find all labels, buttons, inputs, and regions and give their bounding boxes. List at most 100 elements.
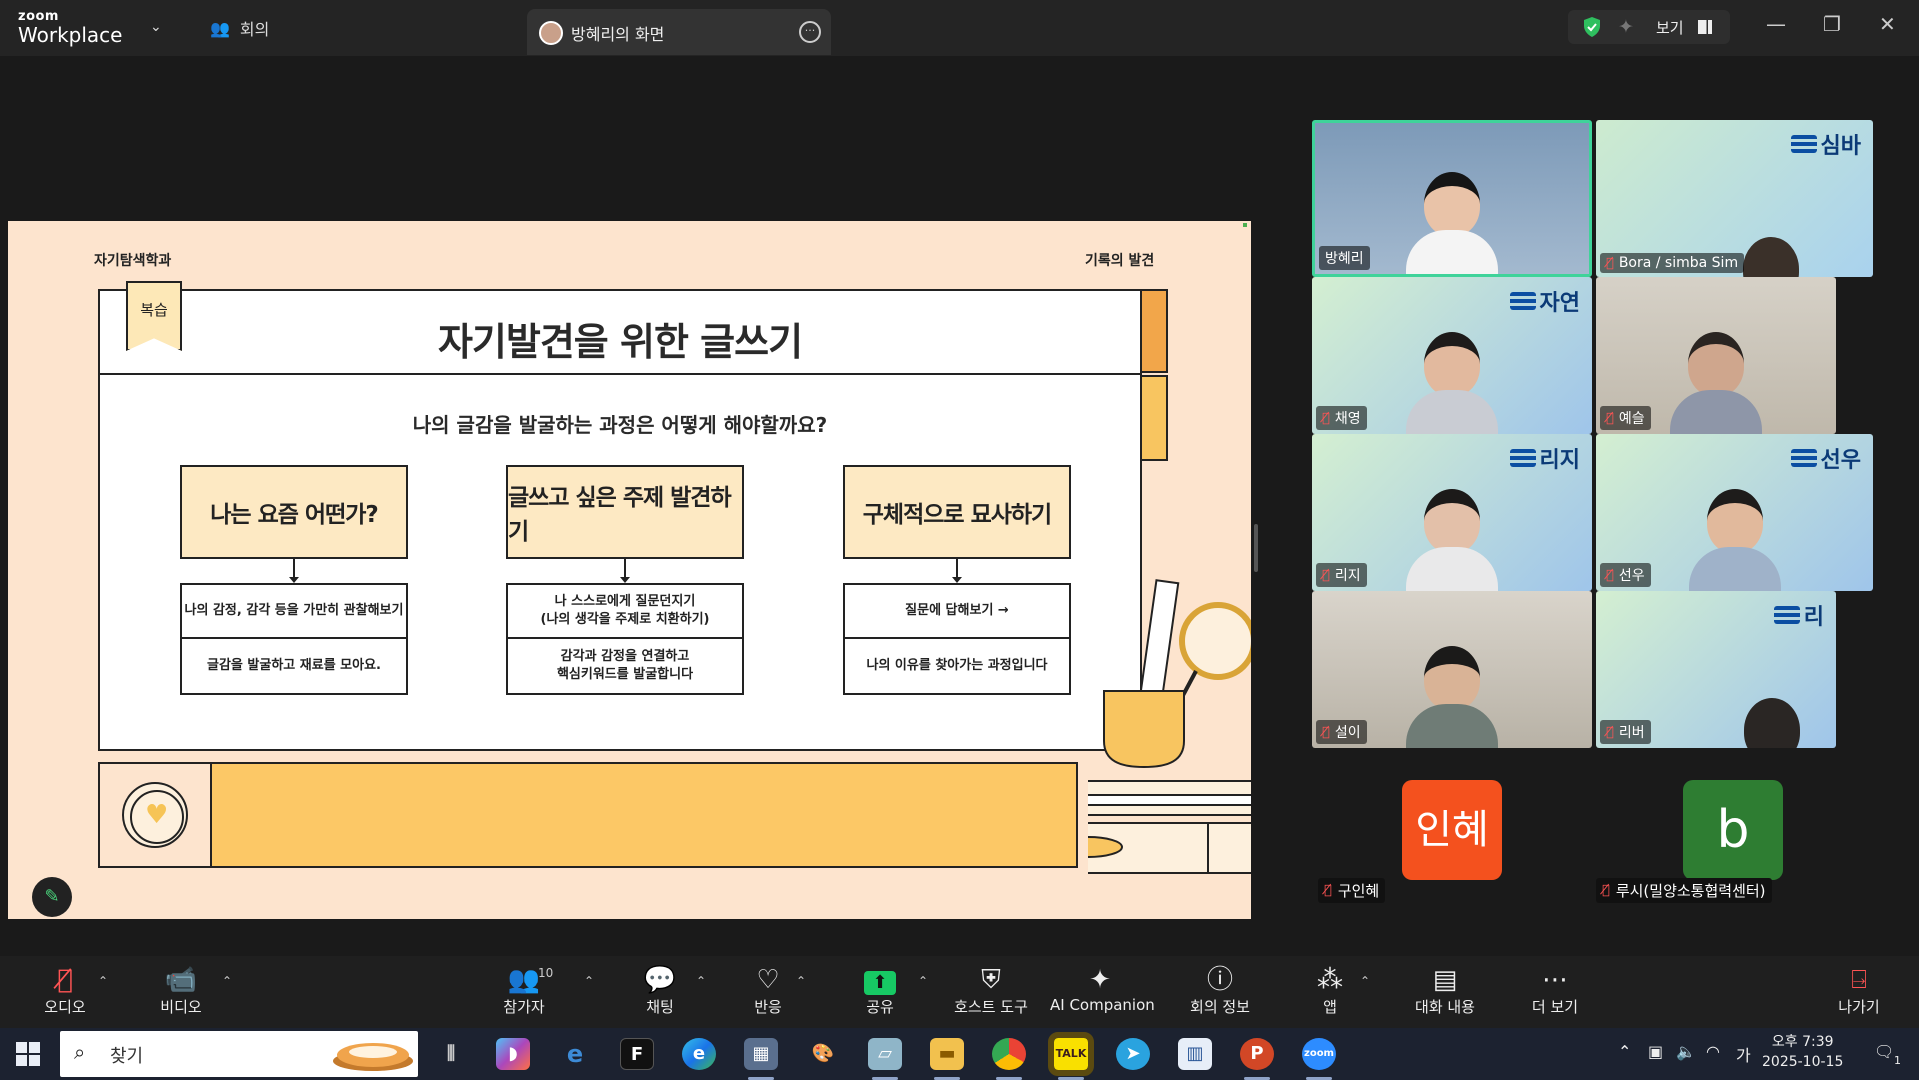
slide-department: 자기탐색학과 xyxy=(94,253,172,269)
participant-head xyxy=(1424,489,1480,553)
tab-meeting[interactable]: 👥 회의 xyxy=(210,16,269,40)
kakaotalk-icon[interactable]: TALK xyxy=(1048,1032,1094,1080)
ai-sparkle-icon[interactable]: ✦ xyxy=(1618,16,1634,38)
react-options-caret-icon[interactable]: ⌃ xyxy=(796,974,806,988)
participant-video xyxy=(1726,698,1818,748)
more-options-icon[interactable]: ··· xyxy=(799,21,821,43)
document-app-icon[interactable]: ▥ xyxy=(1178,1038,1212,1070)
more-button[interactable]: ⋯ 더 보기 xyxy=(1526,964,1584,1022)
ai-sparkle-icon: ✦ xyxy=(1089,965,1111,995)
participant-name-tag: 🎙̸ 구인혜 xyxy=(1318,878,1386,903)
telegram-icon[interactable]: ➤ xyxy=(1116,1038,1150,1070)
tab-shared-screen[interactable]: 방혜리의 화면 ··· xyxy=(527,9,831,55)
tray-expand-icon[interactable]: ⌃ xyxy=(1618,1042,1631,1061)
layout-icon[interactable] xyxy=(1698,20,1712,34)
chat-options-caret-icon[interactable]: ⌃ xyxy=(696,974,706,988)
participant-head xyxy=(1424,332,1480,396)
video-tile[interactable]: 리 🎙̸ 리버 xyxy=(1596,591,1836,748)
participant-name: 루시(밀양소통협력센터) xyxy=(1615,882,1766,900)
share-button[interactable]: ⬆ 공유 xyxy=(860,964,900,1022)
video-button[interactable]: 📹 비디오 xyxy=(156,964,206,1022)
notification-icon[interactable]: 🗨 xyxy=(1874,1042,1894,1061)
video-tile[interactable]: 🎙̸ 설이 xyxy=(1312,591,1592,748)
participants-icon: 👥 xyxy=(210,18,230,38)
powerpoint-icon[interactable]: P xyxy=(1240,1038,1274,1080)
volume-icon[interactable]: 🔈 xyxy=(1676,1042,1696,1061)
video-options-caret-icon[interactable]: ⌃ xyxy=(222,974,232,988)
participants-options-caret-icon[interactable]: ⌃ xyxy=(584,974,594,988)
wifi-icon[interactable]: ◠ xyxy=(1706,1042,1720,1061)
background-watermark: 리 xyxy=(1773,599,1824,631)
chevron-down-icon[interactable]: ⌄ xyxy=(150,19,162,35)
audio-options-caret-icon[interactable]: ⌃ xyxy=(98,974,108,988)
leave-button[interactable]: ⍈ 나가기 xyxy=(1834,964,1884,1022)
minimize-icon[interactable]: — xyxy=(1766,12,1786,36)
windows-start-icon[interactable] xyxy=(16,1042,40,1066)
participant-video xyxy=(1406,489,1498,591)
copilot-icon[interactable]: ◗ xyxy=(496,1038,530,1070)
search-placeholder: 찾기 xyxy=(110,1046,144,1067)
chat-button[interactable]: 💬 채팅 xyxy=(640,964,680,1022)
participant-name-tag: 🎙̸ 리버 xyxy=(1600,720,1651,744)
participant-name-tag: 🎙̸ 예슬 xyxy=(1600,406,1651,430)
f-app-icon[interactable]: F xyxy=(620,1038,654,1070)
file-explorer-icon[interactable]: ▬ xyxy=(930,1038,964,1080)
apps-button[interactable]: ⁂ 앱 xyxy=(1314,964,1346,1022)
mic-muted-icon: 🎙̸ xyxy=(1606,410,1614,426)
ime-indicator[interactable]: 가 xyxy=(1736,1042,1751,1066)
participant-name: 예슬 xyxy=(1618,411,1645,427)
close-icon[interactable]: ✕ xyxy=(1879,12,1896,36)
edge-browser-icon[interactable]: e xyxy=(682,1038,716,1070)
calculator-icon[interactable]: ▦ xyxy=(744,1038,778,1080)
participants-button[interactable]: 👥 10 참가자 xyxy=(496,964,553,1022)
share-options-caret-icon[interactable]: ⌃ xyxy=(918,974,928,988)
system-clock[interactable]: 오후 7:39 2025-10-15 xyxy=(1762,1032,1843,1072)
zoom-app-icon[interactable]: zoom xyxy=(1302,1038,1336,1080)
participant-body xyxy=(1406,230,1498,274)
mic-muted-icon: 🎙̸ xyxy=(1602,883,1610,898)
react-label: 반응 xyxy=(754,998,782,1016)
slide-question: 나의 글감을 발굴하는 과정은 어떻게 해야할까요? xyxy=(412,413,828,437)
react-button[interactable]: ♡ 반응 xyxy=(748,964,788,1022)
participant-name: 선우 xyxy=(1618,568,1645,584)
apps-options-caret-icon[interactable]: ⌃ xyxy=(1360,974,1370,988)
host-tools-button[interactable]: ⛨ 호스트 도구 xyxy=(950,964,1032,1022)
avatar[interactable]: 인혜 xyxy=(1402,780,1502,880)
arrow-down-icon xyxy=(952,559,962,583)
mic-muted-icon: 🎙̸ xyxy=(1324,883,1332,898)
video-label: 비디오 xyxy=(160,998,202,1016)
notepad-icon[interactable]: ▱ xyxy=(868,1038,902,1080)
internet-explorer-icon[interactable]: e xyxy=(558,1038,592,1070)
heart-box: ♥ xyxy=(100,764,212,866)
security-shield-icon[interactable] xyxy=(1582,16,1602,38)
transcript-button[interactable]: ▤ 대화 내용 xyxy=(1410,964,1480,1022)
column-head-3: 구체적으로 묘사하기 xyxy=(843,465,1071,559)
watermark-text: 리 xyxy=(1803,605,1824,630)
annotate-pen-icon[interactable]: ✎ xyxy=(32,877,72,917)
task-view-icon[interactable]: ⫼ xyxy=(434,1038,468,1070)
column-2-row-2: 감각과 감정을 연결하고 핵심키워드를 발굴합니다 xyxy=(556,648,694,682)
participant-body xyxy=(1406,547,1498,591)
panel-resize-handle[interactable] xyxy=(1254,524,1258,572)
video-tile[interactable]: 방혜리 xyxy=(1312,120,1592,277)
video-tile[interactable]: 자연 🎙̸ 채영 xyxy=(1312,277,1592,434)
video-tile[interactable]: 리지 🎙̸ 리지 xyxy=(1312,434,1592,591)
paint-icon[interactable]: 🎨 xyxy=(806,1038,840,1070)
restore-icon[interactable]: ❐ xyxy=(1823,12,1841,36)
view-button[interactable]: 보기 xyxy=(1656,17,1684,38)
clock-time: 오후 7:39 xyxy=(1771,1034,1834,1050)
video-tile[interactable]: 선우 🎙̸ 선우 xyxy=(1596,434,1873,591)
audio-button[interactable]: 🎙̸ 오디오 xyxy=(40,964,90,1022)
ai-companion-button[interactable]: ✦ AI Companion xyxy=(1050,964,1155,1022)
zoom-workplace-logo[interactable]: zoom Workplace xyxy=(18,10,122,45)
video-tile[interactable]: 심바 🎙̸ Bora / simba Sim xyxy=(1596,120,1873,277)
chrome-browser-icon[interactable] xyxy=(992,1038,1026,1080)
participant-name: Bora / simba Sim xyxy=(1618,255,1739,271)
avatar[interactable]: b xyxy=(1683,780,1783,880)
participant-name-tag: 🎙̸ 리지 xyxy=(1316,563,1367,587)
participant-name-tag: 🎙̸ 채영 xyxy=(1316,406,1367,430)
video-tile[interactable]: 🎙̸ 예슬 xyxy=(1596,277,1836,434)
taskbar-search[interactable]: ⌕ 찾기 xyxy=(60,1031,418,1077)
camera-tray-icon[interactable]: ▣ xyxy=(1648,1042,1663,1061)
meeting-info-button[interactable]: ⓘ 회의 정보 xyxy=(1186,964,1254,1022)
